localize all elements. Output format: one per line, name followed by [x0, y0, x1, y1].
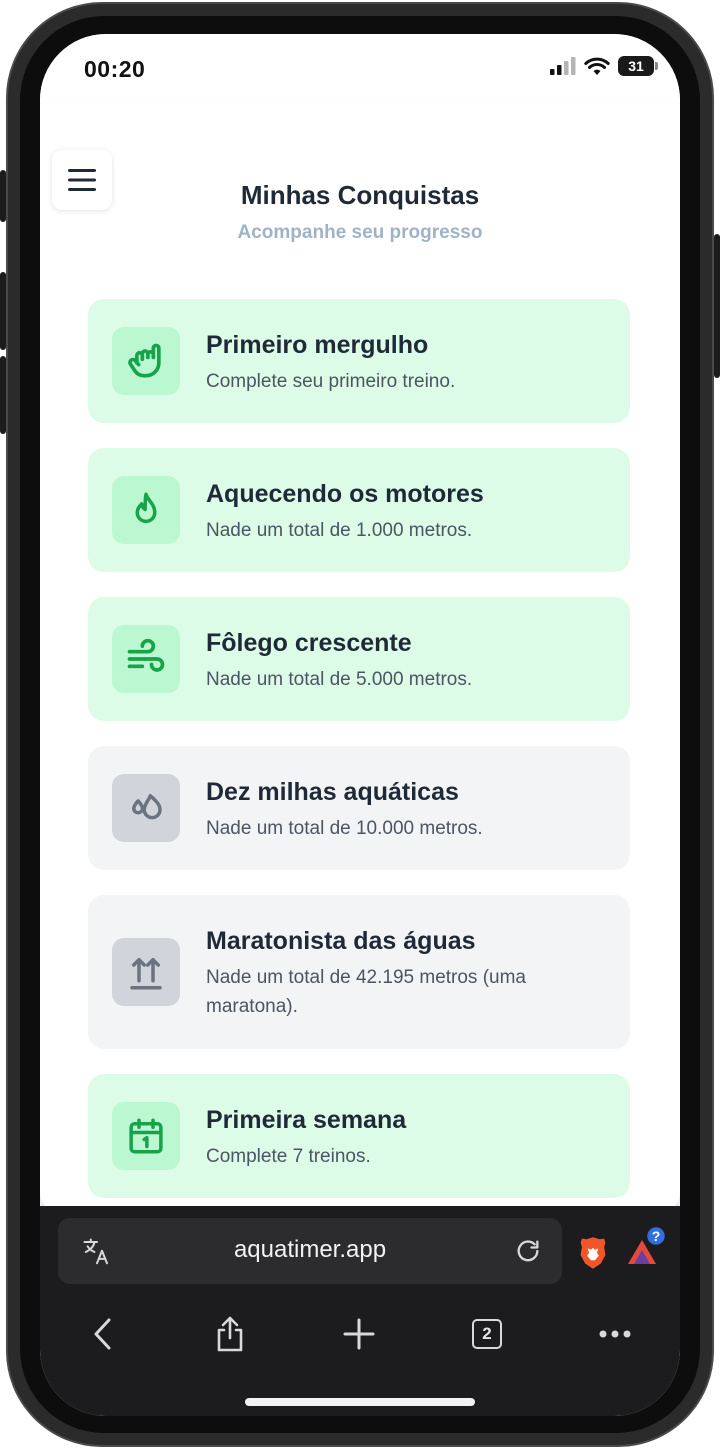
side-button-left-2 — [0, 272, 6, 350]
more-menu-button[interactable] — [587, 1306, 643, 1362]
flame-icon — [135, 492, 157, 524]
achievement-card-dez-milhas-aquaticas[interactable]: Dez milhas aquáticas Nade um total de 10… — [88, 746, 630, 870]
share-button[interactable] — [202, 1306, 258, 1362]
achievement-title: Aquecendo os motores — [206, 480, 484, 508]
wifi-icon — [584, 57, 610, 75]
achievement-description: Complete 7 treinos. — [206, 1146, 371, 1167]
more-dots-icon — [599, 1330, 631, 1338]
achievement-description: Nade um total de 10.000 metros. — [206, 818, 483, 839]
status-time: 00:20 — [84, 56, 146, 82]
achievement-icon-badge — [112, 938, 180, 1006]
side-button-left-3 — [0, 356, 6, 434]
achievement-icon-badge — [112, 774, 180, 842]
achievement-title: Primeira semana — [206, 1106, 407, 1134]
side-button-right — [714, 234, 720, 378]
achievement-card-folego-crescente[interactable]: Fôlego crescente Nade um total de 5.000 … — [88, 597, 630, 721]
hand-rock-icon — [128, 343, 161, 378]
brave-rewards-icon[interactable]: ? — [624, 1226, 668, 1270]
page-title: Minhas Conquistas — [240, 180, 480, 210]
page-subtitle: Acompanhe seu progresso — [237, 222, 483, 243]
achievement-icon-badge — [112, 476, 180, 544]
brave-shield-icon[interactable] — [577, 1236, 609, 1270]
share-icon — [217, 1316, 243, 1352]
achievement-description: Complete seu primeiro treino. — [206, 371, 456, 392]
status-bar: 00:20 31 — [40, 34, 680, 104]
new-tab-button[interactable] — [331, 1306, 387, 1362]
achievement-description: Nade um total de 5.000 metros. — [206, 669, 473, 690]
address-bar[interactable]: aquatimer.app — [58, 1218, 562, 1284]
achievement-list: Primeiro mergulho Complete seu primeiro … — [88, 299, 630, 1223]
screen: 00:20 31 Minhas Conquistas Acompanhe seu… — [40, 34, 680, 1416]
battery-icon: 31 — [618, 56, 658, 76]
home-indicator[interactable] — [245, 1398, 475, 1406]
reload-icon[interactable] — [514, 1237, 542, 1265]
droplets-icon — [132, 794, 162, 820]
achievement-icon-badge — [112, 327, 180, 395]
plus-icon — [343, 1318, 375, 1350]
cellular-signal-icon — [550, 57, 576, 75]
app-content: Minhas Conquistas Acompanhe seu progress… — [40, 104, 680, 1214]
achievement-card-aquecendo-os-motores[interactable]: Aquecendo os motores Nade um total de 1.… — [88, 448, 630, 572]
achievement-description: Nade um total de 42.195 metros (uma mara… — [206, 967, 527, 1017]
tab-count-badge: 2 — [472, 1319, 502, 1349]
achievement-title: Dez milhas aquáticas — [206, 778, 459, 806]
url-text: aquatimer.app — [233, 1236, 387, 1263]
tabs-button[interactable]: 2 — [459, 1306, 515, 1362]
browser-toolbar: 2 — [40, 1306, 680, 1362]
achievement-description: Nade um total de 1.000 metros. — [206, 520, 473, 541]
chevron-left-icon — [94, 1318, 111, 1350]
wind-icon — [127, 638, 165, 672]
achievement-title: Primeiro mergulho — [206, 331, 429, 359]
achievement-card-primeira-semana[interactable]: Primeira semana Complete 7 treinos. — [88, 1074, 630, 1198]
achievement-card-primeiro-mergulho[interactable]: Primeiro mergulho Complete seu primeiro … — [88, 299, 630, 423]
achievement-icon-badge — [112, 1102, 180, 1170]
achievement-card-maratonista-das-aguas[interactable]: Maratonista das águas Nade um total de 4… — [88, 895, 630, 1049]
arrows-up-icon — [130, 958, 162, 990]
achievement-title: Fôlego crescente — [206, 629, 412, 657]
status-icons: 31 — [550, 56, 658, 76]
achievement-icon-badge — [112, 625, 180, 693]
browser-bar: aquatimer.app ? 2 — [40, 1206, 680, 1416]
back-button[interactable] — [75, 1306, 131, 1362]
calendar-icon — [129, 1118, 163, 1154]
side-button-left-1 — [0, 170, 6, 222]
achievement-title: Maratonista das águas — [206, 927, 476, 955]
rewards-badge-text: ? — [652, 1228, 661, 1244]
